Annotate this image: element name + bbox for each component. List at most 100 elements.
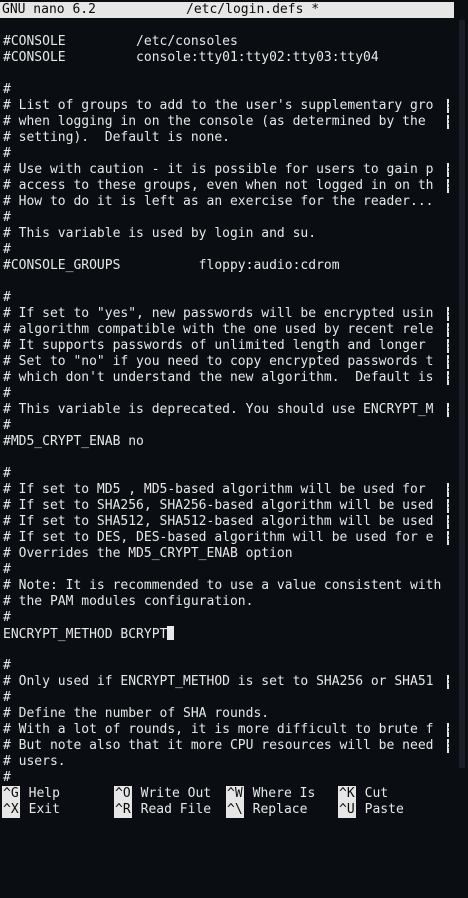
editor-line[interactable]: #CONSOLE /etc/consoles [3,34,449,50]
editor-line[interactable]: # This variable is used by login and su. [3,226,449,242]
editor-line[interactable]: # List of groups to add to the user's su… [3,98,449,114]
editor-line[interactable]: # It supports passwords of unlimited len… [3,338,449,354]
overflow-marker: > [447,355,449,369]
line-text: # List of groups to add to the user's su… [3,98,434,113]
line-text: # Use with caution - it is possible for … [3,162,434,177]
shortcut-key: ^G [2,786,20,802]
editor-line[interactable]: # How to do it is left as an exercise fo… [3,194,449,210]
editor-line[interactable] [3,450,449,466]
shortcut-key: ^U [338,802,356,818]
editor-line[interactable]: # [3,290,449,306]
editor-line[interactable]: # users. [3,754,449,770]
editor-line[interactable]: # If set to SHA256, SHA256-based algorit… [3,498,449,514]
editor-line[interactable]: # when logging in on the console (as det… [3,114,449,130]
editor-line[interactable] [3,642,449,658]
line-text: # [3,690,11,705]
editor-line[interactable]: # Define the number of SHA rounds. [3,706,449,722]
shortcut-label: Help [28,786,60,801]
editor-line[interactable]: # Overrides the MD5_CRYPT_ENAB option [3,546,449,562]
shortcut-key: ^\ [226,802,244,818]
shortcut-where-is[interactable]: ^W Where Is [226,786,315,802]
shortcut-key: ^R [114,802,132,818]
shortcut-label: Paste [364,802,404,817]
editor-line[interactable]: # If set to DES, DES-based algorithm wil… [3,530,449,546]
editor-line[interactable]: # which don't understand the new algorit… [3,370,449,386]
overflow-marker: > [447,339,449,353]
line-text: # setting). Default is none. [3,130,230,145]
line-text: # With a lot of rounds, it is more diffi… [3,722,434,737]
shortcut-replace[interactable]: ^\ Replace [226,802,307,818]
overflow-marker: > [447,531,449,545]
editor-line[interactable]: # [3,466,449,482]
editor-line[interactable]: # algorithm compatible with the one used… [3,322,449,338]
overflow-marker: > [447,371,449,385]
editor-line[interactable]: # the PAM modules configuration. [3,594,449,610]
line-text: # [3,610,11,625]
editor-line[interactable]: # [3,386,449,402]
overflow-marker: > [447,739,449,753]
line-text: # when logging in on the console (as det… [3,114,434,129]
overflow-marker: > [447,99,449,113]
line-text: #MD5_CRYPT_ENAB no [3,434,144,449]
line-text: # Define the number of SHA rounds. [3,706,270,721]
editor-line[interactable]: # Only used if ENCRYPT_METHOD is set to … [3,674,449,690]
editor-line[interactable]: #CONSOLE_GROUPS floppy:audio:cdrom [3,258,449,274]
shortcut-bar: ^G Help ^O Write Out ^W Where Is ^K Cut ^X Ex… [0,786,468,818]
overflow-marker: > [447,483,449,497]
editor-line[interactable]: # But note also that it more CPU resourc… [3,738,449,754]
editor-line[interactable]: # [3,610,449,626]
shortcut-paste[interactable]: ^U Paste [338,802,404,818]
shortcut-write-out[interactable]: ^O Write Out [114,786,211,802]
shortcut-key: ^X [2,802,20,818]
editor-line[interactable]: ENCRYPT_METHOD BCRYPT [3,626,449,642]
terminal-window: GNU nano 6.2 /etc/login.defs * #CONSOLE … [0,0,468,846]
editor-line[interactable]: # access to these groups, even when not … [3,178,449,194]
line-text: # [3,386,11,401]
line-text: # [3,658,11,673]
editor-line[interactable] [3,66,449,82]
editor-line[interactable]: # [3,658,449,674]
editor-line[interactable]: # With a lot of rounds, it is more diffi… [3,722,449,738]
overflow-marker: > [447,675,449,689]
shortcut-label: Where Is [252,786,316,801]
shortcut-label: Write Out [140,786,212,801]
line-text: # [3,562,11,577]
editor-line[interactable]: #MD5_CRYPT_ENAB no [3,434,449,450]
editor-line[interactable]: #CONSOLE console:tty01:tty02:tty03:tty04 [3,50,449,66]
shortcut-read-file[interactable]: ^R Read File [114,802,211,818]
editor-line[interactable]: # Use with caution - it is possible for … [3,162,449,178]
line-text: # [3,770,11,785]
editor-line[interactable]: # [3,770,449,786]
editor-line[interactable]: # [3,690,449,706]
line-text: # [3,290,11,305]
editor-line[interactable]: # Note: It is recommended to use a value… [3,578,449,594]
editor-line[interactable]: # This variable is deprecated. You shoul… [3,402,449,418]
shortcut-cut[interactable]: ^K Cut [338,786,388,802]
line-text: # If set to DES, DES-based algorithm wil… [3,530,434,545]
line-text: # Only used if ENCRYPT_METHOD is set to … [3,674,434,689]
shortcut-exit[interactable]: ^X Exit [2,802,60,818]
line-text: # [3,146,11,161]
editor-area[interactable]: #CONSOLE /etc/consoles #CONSOLE console:t… [3,34,449,786]
shortcut-help[interactable]: ^G Help [2,786,60,802]
editor-line[interactable]: # [3,82,449,98]
shortcut-row-1: ^G Help ^O Write Out ^W Where Is ^K Cut [0,786,468,802]
scrollbar[interactable] [459,20,465,768]
editor-line[interactable] [3,274,449,290]
line-text: # the PAM modules configuration. [3,594,254,609]
editor-line[interactable]: # If set to "yes", new passwords will be… [3,306,449,322]
line-text: # If set to MD5 , MD5-based algorithm wi… [3,482,434,497]
editor-line[interactable]: # [3,146,449,162]
file-name: /etc/login.defs * [186,2,320,17]
editor-line[interactable]: # setting). Default is none. [3,130,449,146]
line-text: # [3,466,11,481]
editor-line[interactable]: # Set to "no" if you need to copy encryp… [3,354,449,370]
editor-line[interactable]: # [3,210,449,226]
editor-line[interactable]: # [3,418,449,434]
editor-line[interactable]: # If set to MD5 , MD5-based algorithm wi… [3,482,449,498]
editor-line[interactable]: # [3,242,449,258]
editor-line[interactable]: # If set to SHA512, SHA512-based algorit… [3,514,449,530]
shortcut-key: ^K [338,786,356,802]
editor-line[interactable]: # [3,562,449,578]
shortcut-key: ^W [226,786,244,802]
